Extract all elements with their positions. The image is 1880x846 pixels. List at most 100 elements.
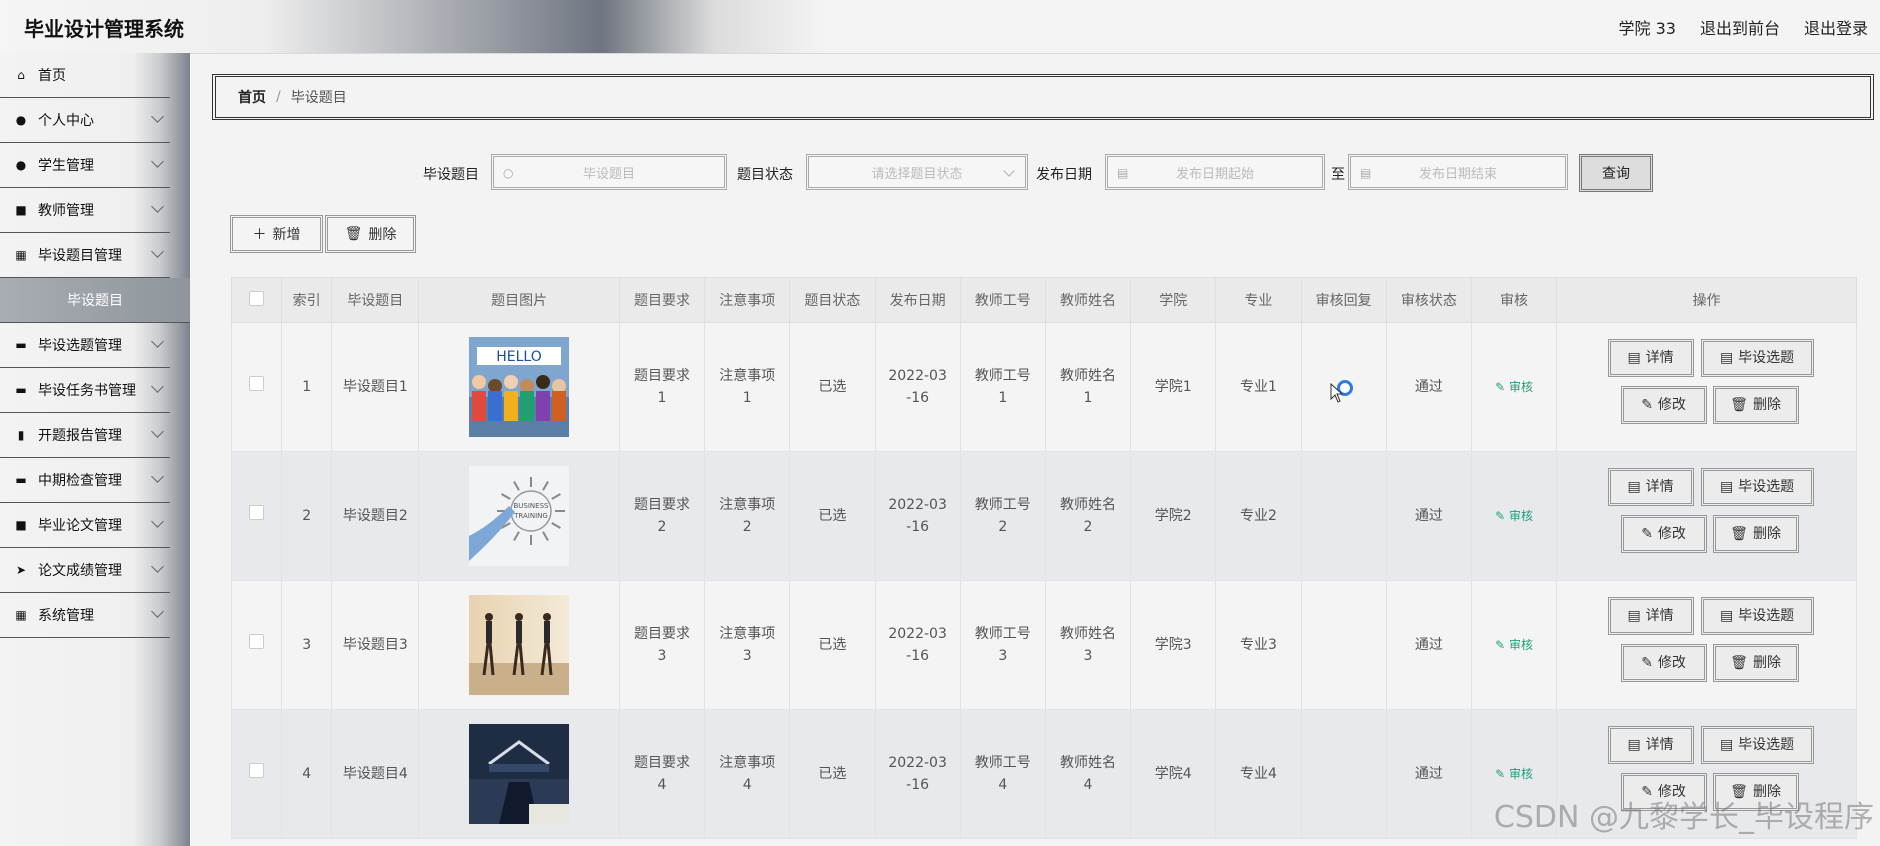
select-topic-button[interactable]: ▤ 毕设选题	[1700, 339, 1814, 377]
logout-link[interactable]: 退出登录	[1804, 15, 1868, 39]
note-value: 注意事项2	[719, 497, 776, 535]
sidebar-item-4[interactable]: ▦ 毕设题目管理	[0, 233, 170, 278]
cell-topic: 毕设题目1	[331, 322, 420, 452]
major-value: 专业3	[1239, 637, 1277, 653]
sidebar-item-label: 毕设选题管理	[38, 338, 122, 354]
topic-image[interactable]	[469, 595, 570, 695]
topic-image-cell	[418, 709, 620, 839]
column-header: 教师姓名	[1044, 277, 1132, 323]
audit-label: 审核	[1508, 638, 1533, 652]
audit_status-value: 通过	[1414, 766, 1443, 782]
status-select[interactable]: 请选择题目状态	[806, 154, 1028, 190]
sidebar-item-5[interactable]: ▬ 毕设选题管理	[0, 323, 170, 368]
sidebar-item-0[interactable]: ⌂ 首页	[0, 53, 170, 98]
topic-image[interactable]: BUSINESS TRAINING	[469, 466, 570, 566]
chevron-down-icon	[151, 245, 164, 258]
detail-button[interactable]: ▤ 详情	[1607, 726, 1694, 764]
sidebar-item-6[interactable]: ▬ 毕设任务书管理	[0, 368, 170, 413]
edit-button[interactable]: ✎ 修改	[1620, 515, 1707, 553]
document-icon: ▤	[1719, 350, 1734, 366]
cell-note: 注意事项4	[704, 709, 791, 839]
row-checkbox-cell[interactable]	[230, 580, 283, 710]
column-header: 学院	[1130, 277, 1217, 323]
cell-note: 注意事项3	[704, 580, 791, 710]
column-header: 专业	[1215, 277, 1302, 323]
chevron-down-icon	[151, 110, 164, 123]
row-checkbox[interactable]	[249, 634, 265, 649]
audit-link[interactable]: ✎ 审核	[1495, 509, 1533, 523]
audit-cell: ✎ 审核	[1470, 451, 1558, 581]
query-button[interactable]: 查询	[1579, 154, 1653, 192]
date-start-input[interactable]: ▤ 发布日期起始	[1105, 154, 1325, 190]
select-topic-label: 毕设选题	[1738, 737, 1795, 753]
cell-tid: 教师工号1	[959, 322, 1046, 452]
topic-value: 毕设题目1	[342, 379, 408, 395]
cell-major: 专业2	[1215, 451, 1302, 581]
cell-reply	[1300, 451, 1387, 581]
cell-topic: 毕设题目2	[331, 451, 420, 581]
table-header: 索引 毕设题目 题目图片 题目要求 注意事项 题目状态 发布日期 教师工号 教师姓名 学院 专业 审核…	[230, 277, 1857, 323]
detail-button[interactable]: ▤ 详情	[1607, 597, 1694, 635]
row-checkbox[interactable]	[249, 376, 265, 391]
sidebar-item-label: 论文成绩管理	[38, 563, 122, 579]
audit-link[interactable]: ✎ 审核	[1495, 638, 1533, 652]
sidebar-item-10[interactable]: ➤ 论文成绩管理	[0, 548, 170, 593]
select-all-checkbox-cell[interactable]	[230, 277, 283, 323]
row-checkbox-cell[interactable]	[230, 451, 283, 581]
sidebar-subitem-topics[interactable]: 毕设题目	[0, 278, 190, 323]
document-icon: ▤	[1719, 737, 1734, 753]
audit-link[interactable]: ✎ 审核	[1495, 380, 1533, 394]
select-topic-button[interactable]: ▤ 毕设选题	[1700, 726, 1814, 764]
row-actions: ▤ 详情 ▤ 毕设选题 ✎ 修改 🗑 删除	[1602, 468, 1814, 564]
cell-major: 专业3	[1215, 580, 1302, 710]
topic-image[interactable]: HELLO	[469, 337, 570, 437]
edit-button[interactable]: ✎ 修改	[1620, 386, 1707, 424]
user-name[interactable]: 学院 33	[1619, 15, 1676, 39]
delete-button[interactable]: 🗑 删除	[1712, 386, 1799, 424]
edit-label: 修改	[1657, 655, 1686, 671]
row-checkbox[interactable]	[249, 505, 265, 520]
edit-button[interactable]: ✎ 修改	[1620, 644, 1707, 682]
breadcrumb-home[interactable]: 首页	[238, 87, 266, 107]
detail-button[interactable]: ▤ 详情	[1607, 339, 1694, 377]
sidebar-item-1[interactable]: ● 个人中心	[0, 98, 170, 143]
sidebar-item-label: 教师管理	[38, 203, 94, 219]
delete-label: 删除	[1752, 655, 1781, 671]
select-topic-button[interactable]: ▤ 毕设选题	[1700, 468, 1814, 506]
delete-label: 删除	[1752, 526, 1781, 542]
cell-audit_status: 通过	[1385, 709, 1472, 839]
topic-image[interactable]	[469, 724, 570, 824]
batch-delete-button[interactable]: 🗑 删除	[325, 215, 416, 253]
mouse-cursor-icon	[1330, 383, 1344, 403]
status-value: 已选	[818, 508, 847, 524]
row-checkbox-cell[interactable]	[230, 322, 283, 452]
sidebar-item-7[interactable]: ▮ 开题报告管理	[0, 413, 170, 458]
cell-reply	[1300, 709, 1387, 839]
watermark: CSDN @九黎学长_毕设程序	[1493, 800, 1874, 835]
audit-link[interactable]: ✎ 审核	[1495, 767, 1533, 781]
sidebar-item-8[interactable]: ▬ 中期检查管理	[0, 458, 170, 503]
detail-button[interactable]: ▤ 详情	[1607, 468, 1694, 506]
top-bar: 毕业设计管理系统 学院 33 退出到前台 退出登录	[0, 0, 1880, 54]
college-value: 学院1	[1154, 379, 1192, 395]
topic-search-input[interactable]: ○ 毕设题目	[491, 154, 727, 190]
select-topic-label: 毕设选题	[1738, 350, 1795, 366]
row-checkbox-cell[interactable]	[230, 709, 283, 839]
sidebar-item-9[interactable]: ■ 毕业论文管理	[0, 503, 170, 548]
trash-icon: 🗑	[1730, 526, 1748, 542]
breadcrumb: 首页 / 毕设题目	[212, 74, 1874, 120]
sidebar-item-11[interactable]: ▦ 系统管理	[0, 593, 170, 638]
date-end-input[interactable]: ▤ 发布日期结束	[1348, 154, 1568, 190]
row-checkbox[interactable]	[249, 763, 265, 778]
ticket-icon: ▬	[15, 473, 27, 487]
select-all-checkbox[interactable]	[249, 290, 265, 306]
select-topic-button[interactable]: ▤ 毕设选题	[1700, 597, 1814, 635]
back-to-front-link[interactable]: 退出到前台	[1700, 15, 1780, 39]
delete-button[interactable]: 🗑 删除	[1712, 644, 1799, 682]
sidebar-item-3[interactable]: ■ 教师管理	[0, 188, 170, 233]
delete-button[interactable]: 🗑 删除	[1712, 515, 1799, 553]
cell-status: 已选	[789, 451, 876, 581]
status-label: 题目状态	[737, 167, 793, 183]
add-button[interactable]: ＋ 新增	[230, 215, 323, 253]
chevron-down-icon	[151, 335, 164, 348]
